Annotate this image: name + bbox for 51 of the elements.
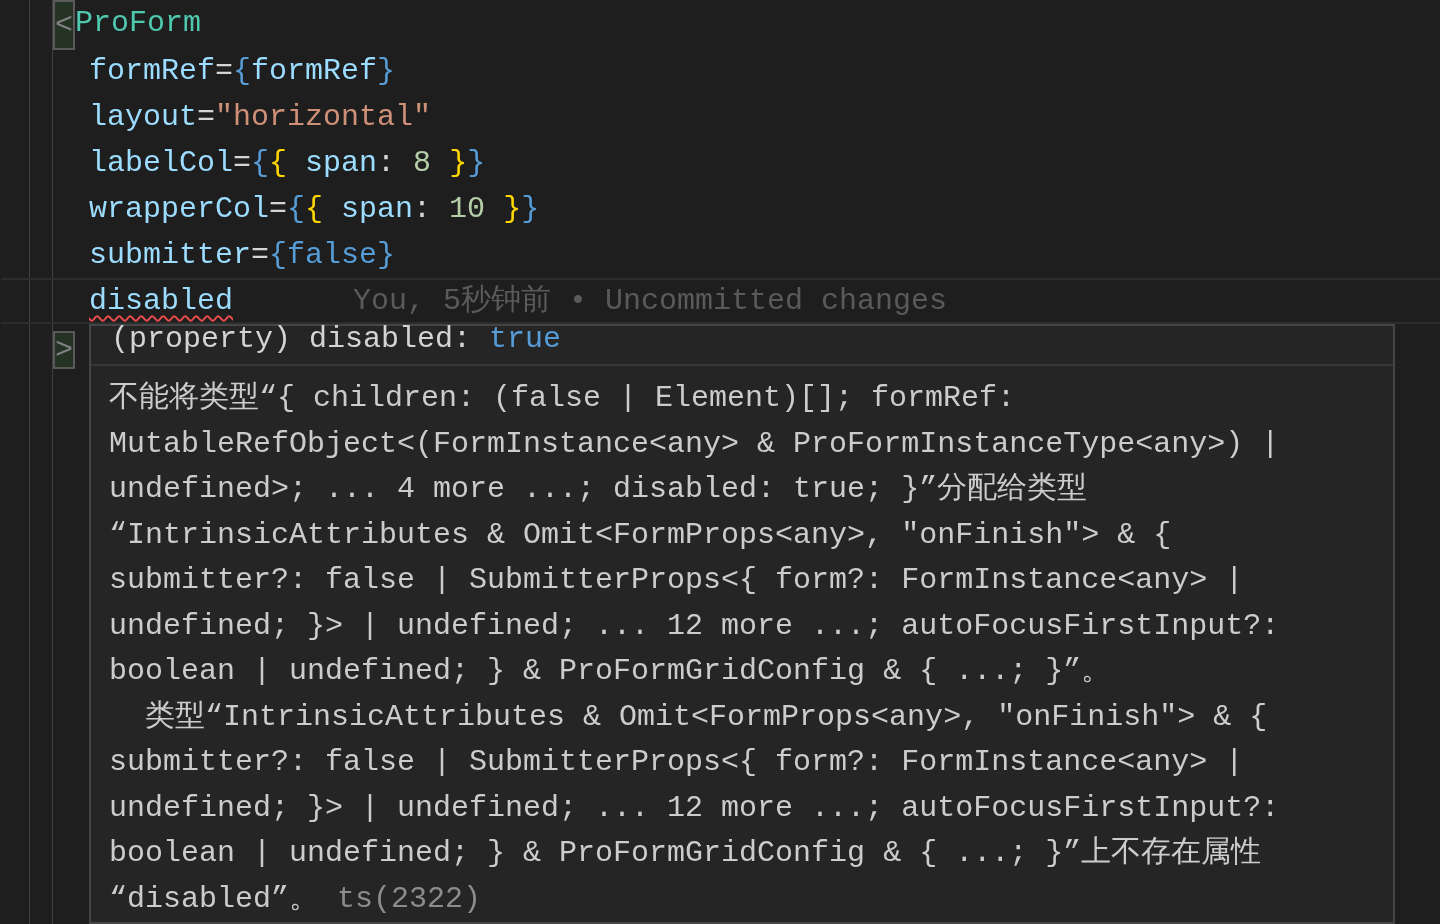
error-message-line: undefined>; ... 4 more ...; disabled: true; }”分配给类型 <box>109 471 1088 508</box>
error-message-line: 不能将类型“{ children: (false | Element)[]; formRef: <box>109 380 1016 417</box>
code-token: { <box>305 191 325 228</box>
error-message-line: boolean | undefined; } & ProFormGridConfig & { ...; }”上不存在属性 <box>109 835 1262 872</box>
error-message-line: MutableRefObject<(FormInstance<any> & ProFormInstanceType<any>) | <box>109 425 1280 463</box>
code-token: span <box>341 191 414 228</box>
code-token: } <box>377 237 396 274</box>
code-token: = <box>251 237 270 274</box>
code-token: ProForm <box>75 5 202 42</box>
signature-text: true <box>489 324 562 354</box>
code-token: 8 <box>413 145 433 182</box>
code-token: = <box>197 99 216 136</box>
git-blame-annotation: You, 5秒钟前 • Uncommitted changes <box>353 283 948 320</box>
code-token: = <box>215 53 234 90</box>
matched-bracket: < <box>53 0 75 50</box>
code-token: { <box>287 191 306 228</box>
code-token: formRef <box>89 53 216 90</box>
code-token: = <box>233 145 252 182</box>
matched-bracket: > <box>53 331 75 369</box>
code-token: } <box>467 145 486 182</box>
code-token: } <box>449 145 468 182</box>
code-token: { <box>233 53 252 90</box>
error-message-line: “disabled”。 <box>109 880 320 918</box>
code-token: labelCol <box>89 145 234 182</box>
error-message-line: undefined; }> | undefined; ... 12 more ...; autoFocusFirstInput?: <box>109 607 1280 645</box>
error-code: ts(2322) <box>337 880 482 918</box>
code-token: 10 <box>449 191 487 228</box>
code-token: formRef <box>251 53 378 90</box>
error-message-line: undefined; }> | undefined; ... 12 more ...; autoFocusFirstInput?: <box>109 789 1280 827</box>
error-message-line: boolean | undefined; } & ProFormGridConfig & { ...; }”。 <box>109 653 1112 690</box>
code-token: wrapperCol <box>89 191 270 228</box>
error-message-line: 类型“IntrinsicAttributes & Omit<FormProps<any>, "onFinish"> & { <box>144 698 1268 736</box>
error-message-line: submitter?: false | SubmitterProps<{ form?: FormInstance<any> | <box>109 744 1244 781</box>
code-token: : <box>377 145 397 182</box>
code-token: "horizontal" <box>215 99 432 136</box>
signature-text: (property) disabled: <box>111 324 473 354</box>
code-token: } <box>377 53 396 90</box>
code-token: { <box>269 237 288 274</box>
code-token: { <box>269 145 289 182</box>
error-message-line: submitter?: false | SubmitterProps<{ form?: FormInstance<any> | <box>109 562 1244 599</box>
code-token: submitter <box>89 237 252 274</box>
code-token: false <box>287 237 378 274</box>
code-token: : <box>413 191 433 228</box>
code-token: layout <box>89 99 198 136</box>
code-token: } <box>503 191 522 228</box>
code-token: = <box>269 191 288 228</box>
code-token: } <box>521 191 540 228</box>
code-token: disabled <box>89 283 234 320</box>
code-token: span <box>305 145 378 182</box>
code-token: { <box>251 145 270 182</box>
error-message-line: “IntrinsicAttributes & Omit<FormProps<any>, "onFinish"> & { <box>109 516 1172 554</box>
